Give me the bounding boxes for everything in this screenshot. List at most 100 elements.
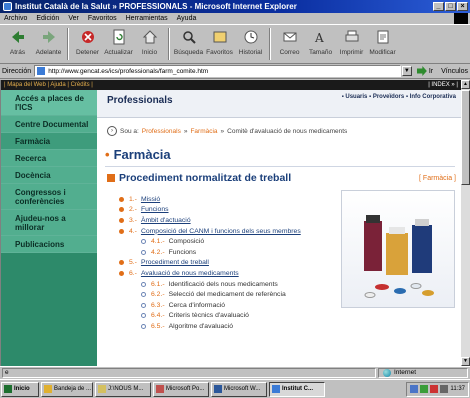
menu-ver[interactable]: Ver bbox=[68, 15, 79, 22]
sidebar-item-acces-places[interactable]: Accés a places de l'ICS bbox=[1, 90, 97, 116]
home-button[interactable]: Inicio bbox=[134, 27, 165, 61]
links-button[interactable]: Vínculos bbox=[441, 68, 468, 75]
font-size-button[interactable]: A Tamaño bbox=[305, 27, 336, 61]
system-tray: 11:37 bbox=[406, 381, 469, 397]
windows-taskbar: Inicio Bandeja de ... J:\NOUS M... Micro… bbox=[0, 379, 470, 398]
favorites-button[interactable]: Favoritos bbox=[204, 27, 235, 61]
breadcrumb-current: Comitè d'avaluació de nous medicaments bbox=[227, 127, 348, 135]
medicine-bottles-image bbox=[341, 190, 455, 308]
refresh-button[interactable]: Actualizar bbox=[103, 27, 134, 61]
window-title: Institut Català de la Salut » PROFESSION… bbox=[15, 2, 297, 11]
maximize-button[interactable]: □ bbox=[445, 2, 456, 11]
task-word[interactable]: Microsoft W... bbox=[211, 381, 267, 397]
browser-toolbar: Atrás Adelante Detener Actualizar Inicio… bbox=[0, 24, 470, 64]
stop-icon bbox=[81, 31, 94, 43]
toc-item[interactable]: 3.- Àmbit d'actuació bbox=[119, 215, 339, 226]
history-button[interactable]: Historial bbox=[235, 27, 266, 61]
toc-subitem[interactable]: 6.2.- Selecció del medicament de referènc… bbox=[119, 289, 339, 300]
start-button[interactable]: Inicio bbox=[1, 381, 39, 397]
toc-subitem[interactable]: 6.3.- Cerca d'informació bbox=[119, 300, 339, 311]
table-of-contents: 1.- Missió 2.- Funcions 3.- Àmbit d'actuaci… bbox=[119, 194, 339, 332]
scroll-thumb[interactable] bbox=[461, 90, 470, 185]
tray-antivirus-icon[interactable] bbox=[420, 385, 429, 393]
toc-subitem[interactable]: 6.1.- Identificació dels nous medicaments bbox=[119, 279, 339, 290]
back-button[interactable]: Atrás bbox=[2, 27, 33, 61]
index-link[interactable]: | INDEX » | bbox=[428, 82, 458, 88]
vertical-scrollbar[interactable]: ▲ ▼ bbox=[461, 80, 470, 366]
sidebar-item-recerca[interactable]: Recerca bbox=[1, 150, 97, 167]
clock: 11:37 bbox=[450, 386, 465, 392]
edit-button[interactable]: Modificar bbox=[367, 27, 398, 61]
menu-archivo[interactable]: Archivo bbox=[4, 15, 27, 22]
bullet-icon bbox=[119, 228, 124, 234]
mail-button[interactable]: Correo bbox=[274, 27, 305, 61]
tray-alert-icon[interactable] bbox=[430, 385, 439, 393]
search-icon bbox=[182, 31, 196, 44]
address-input[interactable]: http://www.gencat.es/ics/professionals/f… bbox=[34, 65, 401, 77]
sidebar-item-centre-documental[interactable]: Centre Documental bbox=[1, 116, 97, 133]
medicine-bottles-illustration bbox=[364, 215, 434, 298]
task-nous[interactable]: J:\NOUS M... bbox=[95, 381, 151, 397]
menu-favoritos[interactable]: Favoritos bbox=[88, 15, 117, 22]
header-links[interactable]: ▪ Usuaris ▪ Proveïdors ▪ Info Corporativ… bbox=[342, 94, 456, 100]
menu-herramientas[interactable]: Herramientas bbox=[126, 15, 168, 22]
toc-item[interactable]: 1.- Missió bbox=[119, 194, 339, 205]
circle-bullet-icon bbox=[141, 281, 146, 287]
toc-item[interactable]: 6.- Avaluació de nous medicaments bbox=[119, 268, 339, 279]
breadcrumb-professionals[interactable]: Professionals bbox=[142, 128, 181, 135]
circle-bullet-icon bbox=[141, 323, 146, 329]
main-content: Professionals ▪ Usuaris ▪ Proveïdors ▪ I… bbox=[97, 90, 461, 366]
scroll-down-button[interactable]: ▼ bbox=[461, 357, 470, 366]
bullet-icon bbox=[119, 207, 124, 213]
sidebar-item-congressos[interactable]: Congressos i conferències bbox=[1, 184, 97, 210]
security-zone: Internet bbox=[378, 367, 468, 378]
word-icon bbox=[214, 385, 222, 393]
tray-volume-icon[interactable] bbox=[440, 385, 449, 393]
toc-subitem[interactable]: 4.1.- Composició bbox=[119, 236, 339, 247]
back-circle-icon[interactable]: › bbox=[107, 126, 117, 136]
toc-item[interactable]: 4.- Composició del CANM i funcions dels s… bbox=[119, 226, 339, 237]
window-title-bar[interactable]: Institut Català de la Salut » PROFESSION… bbox=[0, 0, 470, 13]
search-button[interactable]: Búsqueda bbox=[173, 27, 204, 61]
bullet-icon bbox=[119, 217, 124, 223]
toc-subitem[interactable]: 6.5.- Algoritme d'avaluació bbox=[119, 321, 339, 332]
close-button[interactable]: × bbox=[457, 2, 468, 11]
home-icon bbox=[142, 30, 157, 44]
windows-logo-icon bbox=[4, 385, 12, 393]
forward-button[interactable]: Adelante bbox=[33, 27, 64, 61]
go-button[interactable]: Ir bbox=[416, 66, 433, 76]
menu-bar: Archivo Edición Ver Favoritos Herramient… bbox=[0, 13, 470, 24]
sidebar-item-farmacia[interactable]: Farmàcia bbox=[1, 133, 97, 150]
minimize-button[interactable]: _ bbox=[433, 2, 444, 11]
breadcrumb-farmacia[interactable]: Farmàcia bbox=[190, 128, 217, 135]
toc-subitem[interactable]: 6.4.- Criteris tècnics d'avaluació bbox=[119, 311, 339, 322]
task-institut[interactable]: Institut C... bbox=[269, 381, 325, 397]
globe-icon bbox=[383, 368, 391, 377]
tray-network-icon[interactable] bbox=[410, 385, 419, 393]
sidebar-item-ajudeu[interactable]: Ajudeu-nos a millorar bbox=[1, 210, 97, 236]
svg-text:A: A bbox=[314, 31, 324, 45]
menu-ayuda[interactable]: Ayuda bbox=[177, 15, 197, 22]
toc-item[interactable]: 5.- Procediment de treball bbox=[119, 258, 339, 269]
bullet-icon bbox=[119, 260, 124, 266]
font-size-icon: A bbox=[314, 31, 324, 45]
circle-bullet-icon bbox=[141, 302, 146, 308]
sidebar-item-publicacions[interactable]: Publicacions bbox=[1, 236, 97, 253]
toc-item[interactable]: 2.- Funcions bbox=[119, 205, 339, 216]
menu-edicion[interactable]: Edición bbox=[36, 15, 59, 22]
procedure-title: Procediment normalitzat de treball bbox=[107, 172, 291, 184]
task-powerpoint[interactable]: Microsoft Po... bbox=[153, 381, 209, 397]
farmacia-link[interactable]: [ Farmàcia ] bbox=[419, 175, 456, 182]
toc-subitem[interactable]: 4.2.- Funcions bbox=[119, 247, 339, 258]
scroll-up-button[interactable]: ▲ bbox=[461, 80, 470, 89]
orange-square-icon bbox=[107, 174, 115, 182]
stop-button[interactable]: Detener bbox=[72, 27, 103, 61]
utility-links[interactable]: | Mapa del Web | Ajuda | Crèdits | bbox=[4, 82, 93, 88]
page-title: • Farmàcia bbox=[105, 147, 171, 162]
address-dropdown-button[interactable]: ▼ bbox=[401, 66, 412, 76]
print-button[interactable]: Imprimir bbox=[336, 27, 367, 61]
sidebar-item-docencia[interactable]: Docència bbox=[1, 167, 97, 184]
refresh-icon bbox=[113, 29, 124, 45]
left-sidebar: Accés a places de l'ICS Centre Documenta… bbox=[1, 90, 97, 366]
task-bandeja[interactable]: Bandeja de ... bbox=[41, 381, 93, 397]
